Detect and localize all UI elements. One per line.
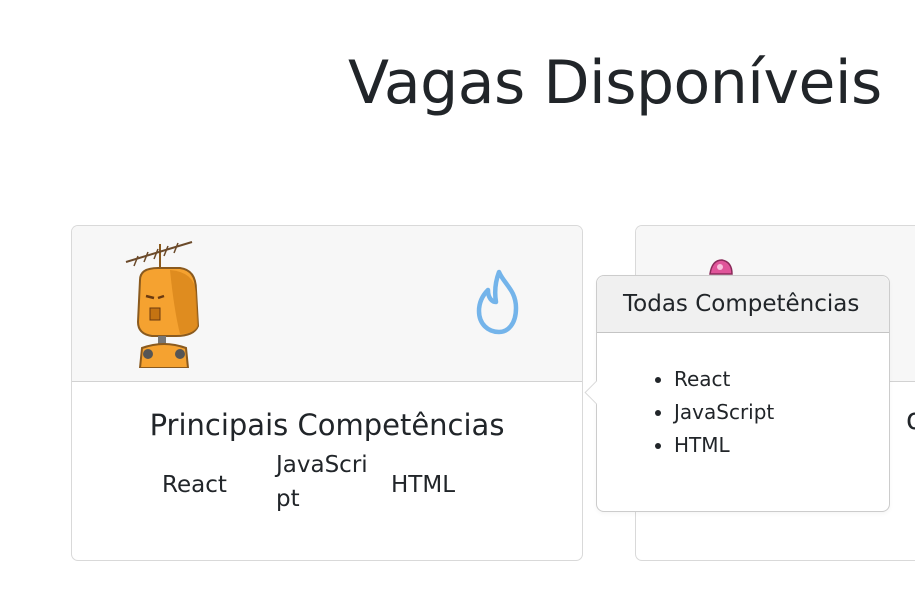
skill-item: HTML [391, 472, 456, 498]
job-card[interactable]: Principais Competências React JavaScript… [71, 225, 583, 561]
card-header [72, 226, 582, 382]
skill-item: React [162, 472, 227, 498]
popover-skill-item: React [674, 363, 889, 396]
skills-list: React JavaScript HTML [72, 452, 582, 524]
card-body: Principais Competências React JavaScript… [72, 408, 582, 524]
robot-avatar-pink [709, 259, 733, 275]
popover-title: Todas Competências [597, 276, 889, 333]
robot-avatar [125, 241, 200, 368]
popover-skill-item: JavaScript [674, 396, 889, 429]
popover-skill-item: HTML [674, 429, 889, 462]
skills-popover: Todas Competências React JavaScript HTML [584, 275, 890, 512]
popover-skill-list: React JavaScript HTML [597, 363, 889, 462]
card-title: Principais Competências [149, 408, 505, 442]
skill-item: JavaScript [276, 452, 368, 512]
page: Vagas Disponíveis Principais Competência… [0, 0, 915, 606]
page-title: Vagas Disponíveis [348, 48, 882, 118]
fire-icon [476, 269, 519, 335]
